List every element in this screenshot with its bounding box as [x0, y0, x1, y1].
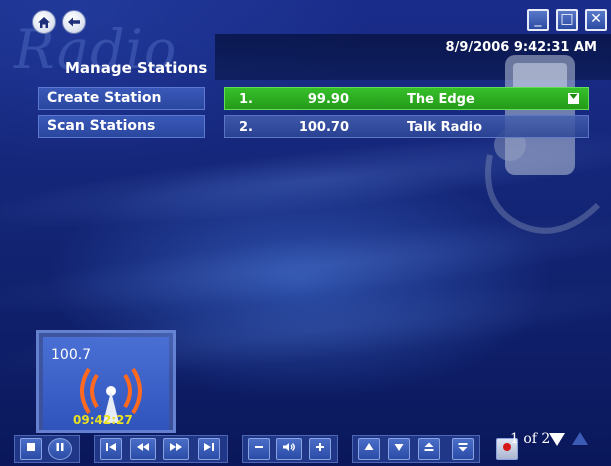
back-arrow-icon: [68, 17, 80, 27]
radio-device-illustration: [485, 55, 600, 234]
minimize-button[interactable]: _: [527, 9, 549, 31]
station-row[interactable]: 2. 100.70 Talk Radio: [224, 115, 589, 138]
now-playing-time: 09:42:27: [73, 413, 133, 427]
station-number: 2.: [239, 120, 253, 135]
rewind-button[interactable]: [130, 438, 156, 460]
now-playing-tile[interactable]: 100.7 09:42:27: [36, 330, 176, 433]
skip-back-button[interactable]: [100, 438, 122, 460]
pause-button[interactable]: [48, 438, 72, 460]
page-indicator: 1 of 2: [510, 431, 551, 447]
chevron-down-icon: [569, 94, 578, 99]
down-arrow-icon: [394, 444, 404, 451]
back-button[interactable]: [62, 10, 86, 34]
down-button[interactable]: [388, 438, 410, 460]
create-station-button[interactable]: Create Station: [38, 87, 205, 110]
skip-forward-button[interactable]: [198, 438, 220, 460]
rewind-icon: [137, 443, 149, 451]
station-frequency: 99.90: [307, 92, 349, 107]
home-button[interactable]: [32, 10, 56, 34]
home-icon: [38, 16, 50, 28]
up-arrow-icon: [364, 443, 374, 450]
station-number: 1.: [239, 92, 253, 107]
stop-icon: [27, 443, 35, 451]
skip-forward-icon: [204, 443, 214, 451]
now-playing-panel: 100.7 09:42:27: [43, 337, 169, 430]
page-up-button[interactable]: [418, 438, 440, 460]
skip-back-icon: [106, 443, 116, 451]
close-button[interactable]: ✕: [585, 9, 607, 31]
page-title: Manage Stations: [65, 59, 208, 77]
maximize-icon: □: [560, 11, 574, 27]
station-frequency: 100.70: [298, 120, 349, 135]
page-down-button[interactable]: [452, 438, 474, 460]
station-name: Talk Radio: [407, 120, 483, 135]
minus-icon: [255, 446, 263, 448]
volume-up-button[interactable]: [309, 438, 331, 460]
previous-page-arrow-icon[interactable]: [572, 432, 588, 445]
speaker-icon: [283, 443, 295, 451]
scan-stations-button[interactable]: Scan Stations: [38, 115, 205, 138]
fast-forward-icon: [170, 443, 182, 451]
maximize-button[interactable]: □: [556, 9, 578, 31]
dropdown-arrow-icon[interactable]: [568, 93, 579, 104]
plus-icon: [316, 443, 324, 451]
close-icon: ✕: [590, 11, 602, 27]
pause-icon: [56, 443, 64, 451]
up-button[interactable]: [358, 438, 380, 460]
station-name: The Edge: [407, 92, 475, 107]
mute-button[interactable]: [276, 438, 302, 460]
next-page-arrow-icon[interactable]: [549, 433, 565, 446]
station-row[interactable]: 1. 99.90 The Edge: [224, 87, 589, 110]
clock: 8/9/2006 9:42:31 AM: [445, 40, 597, 55]
stop-button[interactable]: [20, 438, 42, 460]
page-down-icon: [458, 443, 468, 452]
fast-forward-button[interactable]: [163, 438, 189, 460]
page-up-icon: [424, 442, 434, 451]
volume-down-button[interactable]: [248, 438, 270, 460]
media-center-screen: Radio Manage Stations 8/9/2006 9:42:31 A…: [0, 0, 611, 466]
minimize-icon: _: [534, 11, 542, 27]
